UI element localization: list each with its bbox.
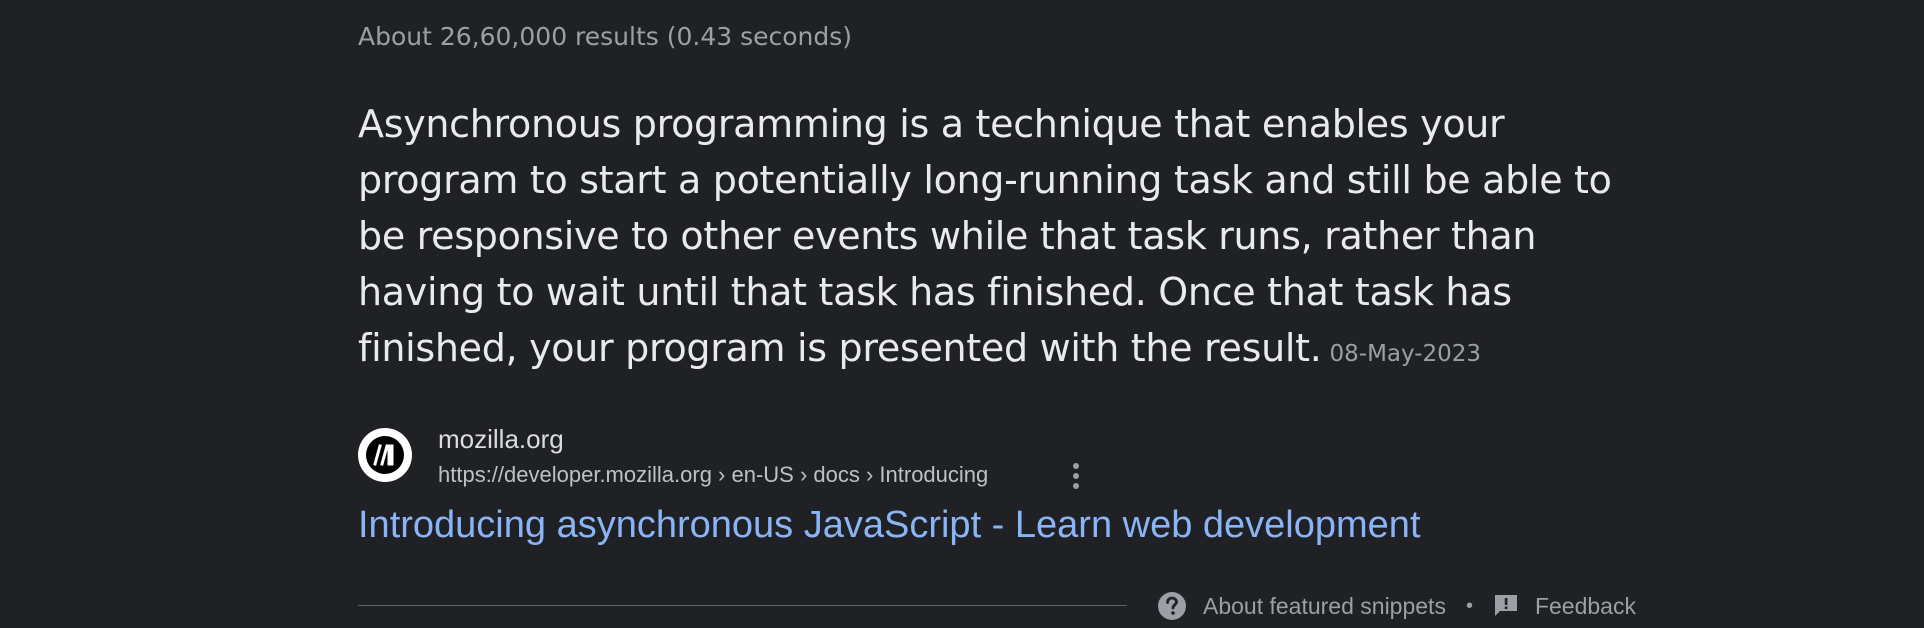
mdn-logo-icon [358, 428, 412, 482]
featured-snippet: Asynchronous programming is a technique … [358, 96, 1664, 382]
feedback-link[interactable]: Feedback [1493, 593, 1636, 620]
snippet-date: 08-May-2023 [1329, 341, 1482, 367]
result-source[interactable]: mozilla.org https://developer.mozilla.or… [358, 424, 1158, 489]
feedback-icon [1494, 595, 1517, 616]
divider [358, 605, 1127, 606]
more-options-button[interactable] [1064, 460, 1088, 492]
featured-snippet-text: Asynchronous programming is a technique … [358, 102, 1612, 370]
site-name: mozilla.org [438, 424, 564, 454]
about-featured-snippets-label: About featured snippets [1203, 592, 1446, 619]
snippet-footer: About featured snippets • Feedback [1157, 590, 1636, 622]
site-url-breadcrumb: https://developer.mozilla.org › en-US › … [438, 462, 989, 487]
help-circle-icon [1158, 592, 1186, 620]
footer-separator: • [1465, 594, 1473, 617]
about-featured-snippets-link[interactable]: About featured snippets [1157, 591, 1446, 621]
vertical-dots-icon [1073, 463, 1079, 489]
result-title-link[interactable]: Introducing asynchronous JavaScript - Le… [358, 504, 1421, 547]
feedback-label: Feedback [1534, 592, 1636, 619]
result-stats: About 26,60,000 results (0.43 seconds) [358, 22, 853, 51]
